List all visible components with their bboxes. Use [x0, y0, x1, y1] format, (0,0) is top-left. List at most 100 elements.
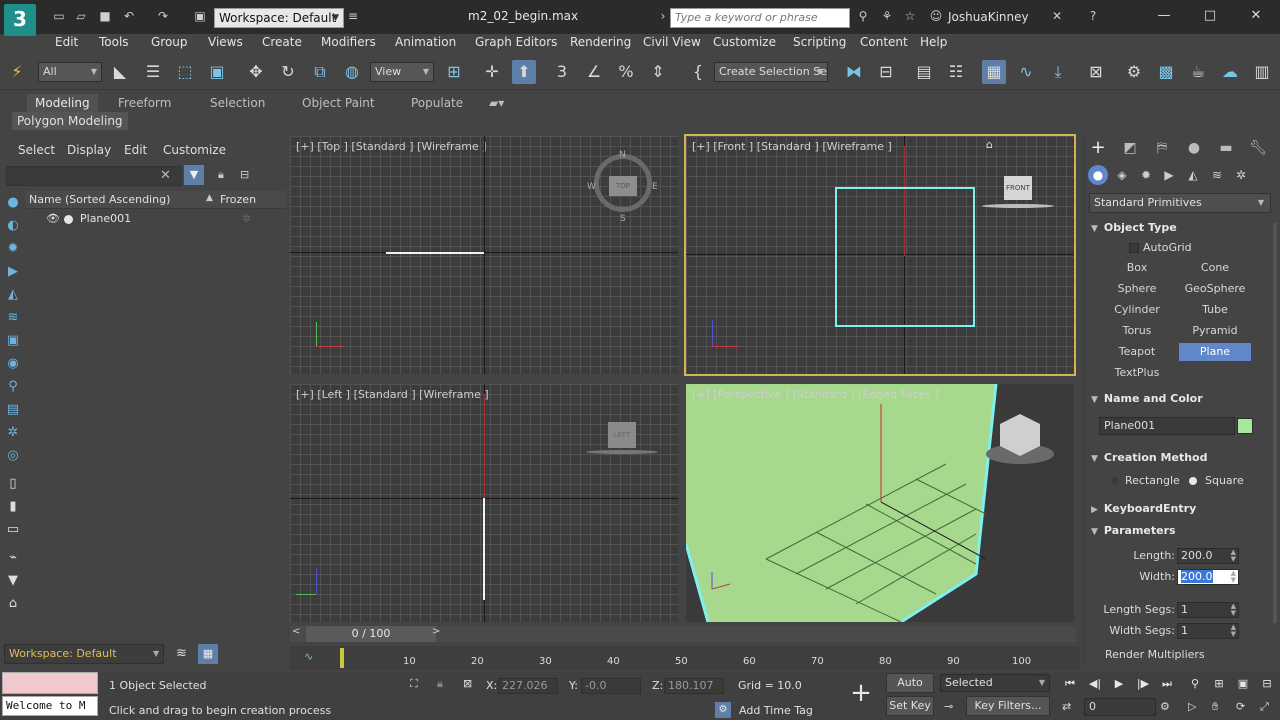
- cameras-category-icon[interactable]: ▶: [1159, 165, 1179, 185]
- cylinder-button[interactable]: Cylinder: [1101, 301, 1173, 319]
- time-slider[interactable]: < 0 / 100 >: [290, 626, 1076, 642]
- explorer-menu-customize[interactable]: Customize: [163, 143, 226, 157]
- maxscript-listener-output[interactable]: [2, 672, 98, 694]
- z-coord-field[interactable]: 180.107: [664, 678, 724, 694]
- home-icon[interactable]: ⌂: [986, 138, 993, 151]
- spacewarp-filter-icon[interactable]: ≋: [5, 310, 21, 326]
- time-config-icon[interactable]: ⚙: [1160, 700, 1170, 713]
- teapot-button[interactable]: Teapot: [1101, 343, 1173, 361]
- viewport-left-label[interactable]: [+] [Left ] [Standard ] [Wireframe ]: [296, 388, 489, 401]
- play-icon[interactable]: ▶: [1110, 676, 1128, 692]
- width-segs-spinner[interactable]: 1 ▲ ▼: [1177, 623, 1239, 639]
- helpers-category-icon[interactable]: ◭: [1183, 165, 1203, 185]
- exchange-icon[interactable]: ✕: [1050, 9, 1064, 23]
- named-selection-set-dropdown[interactable]: Create Selection Se ▼: [714, 62, 828, 82]
- rendered-frame-window-icon[interactable]: ▩: [1154, 60, 1178, 84]
- display-all-icon[interactable]: ▯: [5, 476, 21, 492]
- menu-help[interactable]: Help: [920, 35, 947, 49]
- minimize-button[interactable]: —: [1154, 6, 1174, 26]
- ribbon-panel-polygon-modeling[interactable]: Polygon Modeling: [12, 112, 128, 130]
- field-of-view-icon[interactable]: ▷: [1188, 700, 1196, 713]
- menu-modifiers[interactable]: Modifiers: [321, 35, 376, 49]
- torus-button[interactable]: Torus: [1101, 322, 1173, 340]
- sphere-button[interactable]: Sphere: [1101, 280, 1173, 298]
- y-coord-field[interactable]: -0.0: [581, 678, 641, 694]
- select-manipulate-icon[interactable]: ✛: [480, 60, 504, 84]
- hierarchy-icon[interactable]: ⊟: [240, 168, 249, 181]
- command-panel-scrollbar[interactable]: [1273, 223, 1277, 623]
- explorer-menu-edit[interactable]: Edit: [124, 143, 147, 157]
- menu-edit[interactable]: Edit: [55, 35, 78, 49]
- add-time-tag[interactable]: Add Time Tag: [739, 704, 813, 717]
- key-filters-button[interactable]: Key Filters...: [966, 696, 1050, 716]
- geometry-category-icon[interactable]: ●: [1088, 165, 1108, 185]
- shapes-category-icon[interactable]: ◈: [1112, 165, 1132, 185]
- tab-modeling[interactable]: Modeling: [27, 94, 98, 112]
- next-key-icon[interactable]: |▶: [1134, 676, 1152, 692]
- rollout-keyboard-entry[interactable]: ▶ KeyboardEntry: [1091, 502, 1196, 515]
- scene-explorer-toggle-icon[interactable]: ▦: [982, 60, 1006, 84]
- user-name[interactable]: JoshuaKinney: [948, 10, 1029, 24]
- selection-filter-dropdown[interactable]: All ▼: [38, 62, 102, 82]
- time-tag-icon[interactable]: ⚙: [715, 702, 731, 718]
- object-name-field[interactable]: Plane001: [1099, 417, 1235, 435]
- workspace-dropdown[interactable]: Workspace: Default ▼: [214, 8, 344, 28]
- width-spinner[interactable]: 200.0 ▲ ▼: [1177, 569, 1239, 585]
- tab-selection[interactable]: Selection: [210, 94, 265, 112]
- maxscript-input[interactable]: Welcome to M: [2, 696, 98, 716]
- undo-icon[interactable]: ↶: [122, 9, 136, 23]
- square-radio[interactable]: [1189, 477, 1197, 485]
- group-filter-icon[interactable]: ▣: [5, 333, 21, 349]
- utilities-tab-icon[interactable]: 🔧︎: [1247, 137, 1269, 159]
- previous-key-icon[interactable]: ◀|: [1086, 676, 1104, 692]
- lock-toggle-icon[interactable]: ⌂: [5, 596, 21, 612]
- sync-selection-icon[interactable]: ⌁: [5, 550, 21, 566]
- pan-icon[interactable]: ✋︎: [1212, 700, 1218, 714]
- camera-filter-icon[interactable]: ▶: [5, 264, 21, 280]
- binoculars-icon[interactable]: ⚲: [856, 9, 870, 23]
- isolate-selection-icon[interactable]: ⛶: [410, 677, 418, 691]
- light-filter-icon[interactable]: ✹: [5, 241, 21, 257]
- layer-explorer-icon[interactable]: ▤: [912, 60, 936, 84]
- menu-scripting[interactable]: Scripting: [793, 35, 846, 49]
- redo-icon[interactable]: ↷: [156, 9, 170, 23]
- search-expand-icon[interactable]: ›: [656, 9, 670, 23]
- scale-icon[interactable]: ⧉: [308, 60, 332, 84]
- particle-filter-icon[interactable]: ✲: [5, 425, 21, 441]
- percent-snap-icon[interactable]: %: [614, 60, 638, 84]
- subscription-icon[interactable]: ⚘: [880, 9, 894, 23]
- cone-button[interactable]: Cone: [1179, 259, 1251, 277]
- pyramid-button[interactable]: Pyramid: [1179, 322, 1251, 340]
- key-mode-dropdown[interactable]: Selected ▼: [940, 674, 1050, 692]
- green-plane-surface[interactable]: [686, 384, 996, 622]
- orbit-icon[interactable]: ⟳: [1236, 700, 1245, 713]
- view-cube-ring[interactable]: [982, 204, 1054, 208]
- link-icon[interactable]: ⚡: [5, 60, 29, 84]
- view-cube-ring[interactable]: [586, 450, 658, 454]
- go-to-start-icon[interactable]: ⏮: [1061, 676, 1079, 692]
- set-keys-icon[interactable]: +: [846, 678, 876, 708]
- spinner-arrows-icon[interactable]: ▲ ▼: [1231, 570, 1236, 584]
- viewport-left[interactable]: [+] [Left ] [Standard ] [Wireframe ] LEF…: [290, 384, 678, 622]
- auto-key-button[interactable]: Auto Key: [886, 673, 934, 707]
- explorer-workspace-dropdown[interactable]: Workspace: Default ▼: [4, 644, 164, 664]
- clear-search-icon[interactable]: ✕: [160, 168, 171, 183]
- mirror-icon[interactable]: ⧓: [842, 60, 866, 84]
- zoom-extents-all-icon[interactable]: ⊟: [1258, 676, 1276, 692]
- menu-customize[interactable]: Customize: [713, 35, 776, 49]
- shape-filter-icon[interactable]: ◐: [5, 218, 21, 234]
- align-icon[interactable]: ⊟: [874, 60, 898, 84]
- tab-freeform[interactable]: Freeform: [118, 94, 171, 112]
- view-cube-front-face[interactable]: FRONT: [1004, 176, 1032, 200]
- geosphere-button[interactable]: GeoSphere: [1179, 280, 1251, 298]
- create-tab-icon[interactable]: +: [1087, 137, 1109, 159]
- render-production-icon[interactable]: ☕: [1186, 60, 1210, 84]
- toggle-ribbon-icon[interactable]: ☷: [944, 60, 968, 84]
- help-icon[interactable]: ?: [1086, 9, 1100, 23]
- tab-object-paint[interactable]: Object Paint: [302, 94, 375, 112]
- pivot-center-icon[interactable]: ⊞: [442, 60, 466, 84]
- rollout-name-color[interactable]: ▼ Name and Color: [1091, 392, 1203, 405]
- mini-curve-editor-icon[interactable]: ∿: [304, 650, 313, 663]
- select-object-icon[interactable]: ◣: [108, 60, 132, 84]
- menu-create[interactable]: Create: [262, 35, 302, 49]
